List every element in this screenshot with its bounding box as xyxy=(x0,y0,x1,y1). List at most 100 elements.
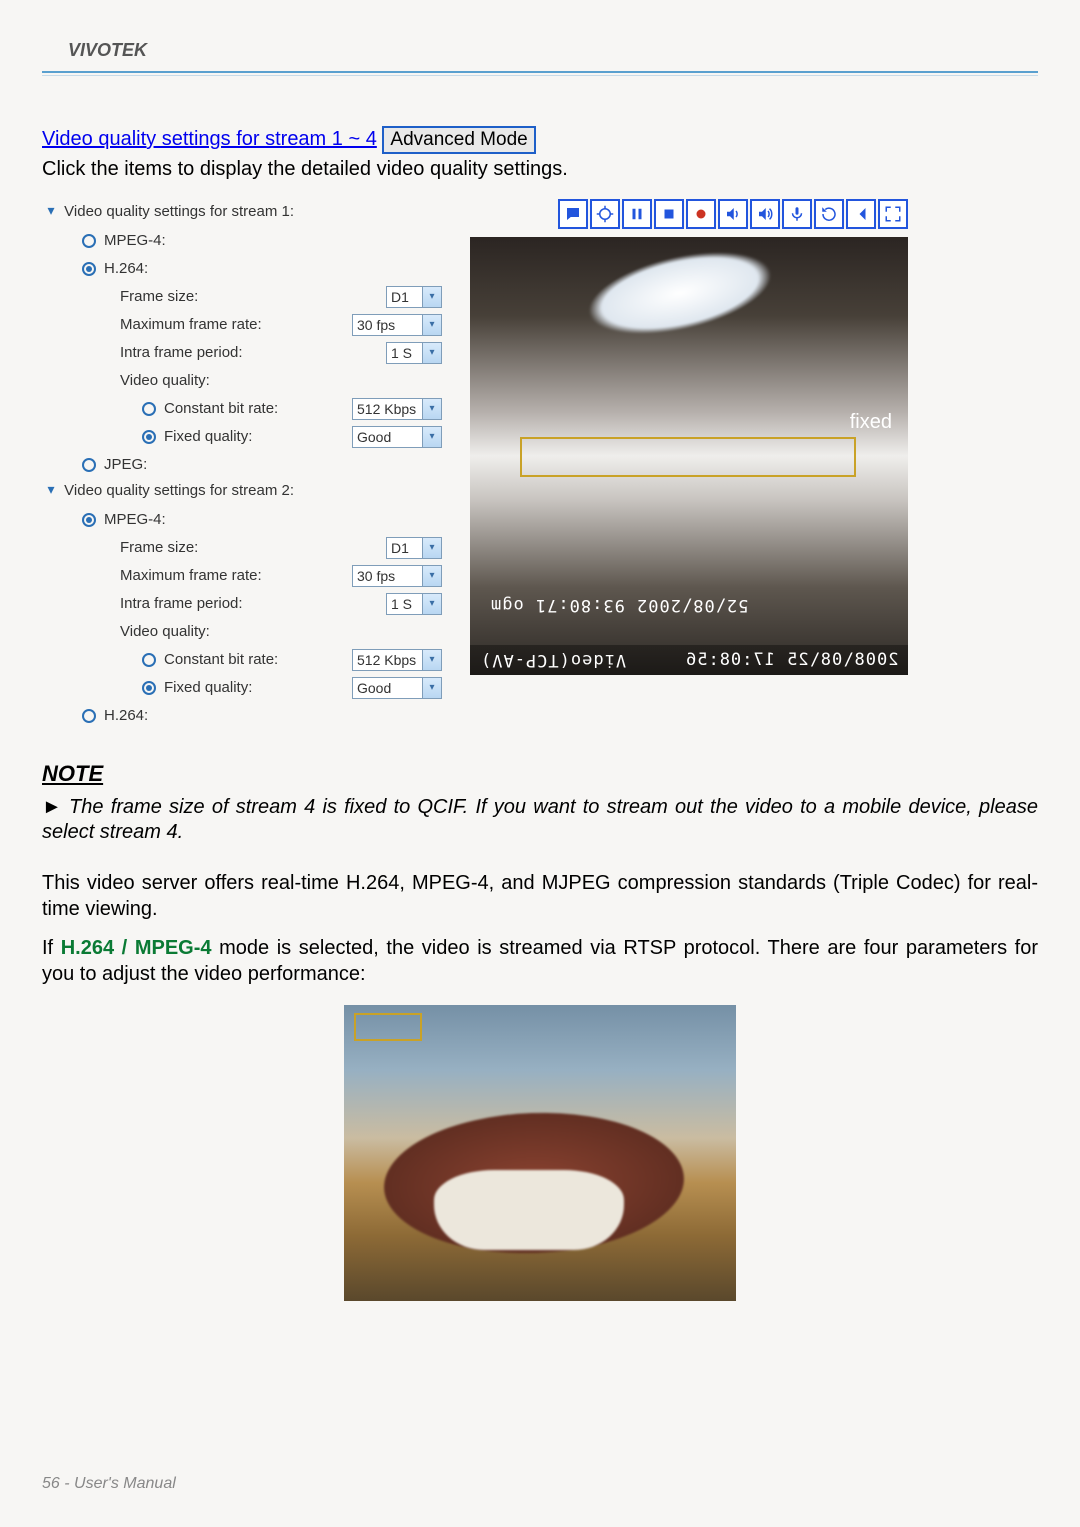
reload-icon[interactable] xyxy=(814,199,844,229)
chevron-down-icon: ▾ xyxy=(422,399,441,419)
advanced-mode-badge: Advanced Mode xyxy=(382,126,535,154)
constant-bitrate-select[interactable]: 512 Kbps ▾ xyxy=(352,649,442,671)
codec-label: H.264: xyxy=(104,258,442,280)
note-bullet: ► The frame size of stream 4 is fixed to… xyxy=(42,795,1038,845)
sample-room-image xyxy=(344,1005,736,1301)
stream2-header-label: Video quality settings for stream 2: xyxy=(64,482,294,499)
section-title: Video quality settings for stream 1 ~ 4 … xyxy=(42,126,1038,154)
param-label: Maximum frame rate: xyxy=(120,565,352,587)
chevron-down-icon: ▾ xyxy=(422,594,441,614)
max-frame-rate-select[interactable]: 30 fps ▾ xyxy=(352,565,442,587)
collapse-icon: ▾ xyxy=(42,481,60,498)
radio-selected-icon xyxy=(142,430,156,444)
stream2-codec-mpeg4[interactable]: MPEG-4: xyxy=(82,509,442,531)
param-label: Intra frame period: xyxy=(120,593,386,615)
radio-icon xyxy=(142,653,156,667)
stream2-intra-period-row: Intra frame period: 1 S ▾ xyxy=(120,593,442,615)
fullscreen-icon[interactable] xyxy=(878,199,908,229)
codec-label: MPEG-4: xyxy=(104,230,442,252)
param-label: Video quality: xyxy=(120,621,442,643)
stream1-header-label: Video quality settings for stream 1: xyxy=(64,203,294,220)
select-value: Good xyxy=(357,677,391,699)
p2-pre: If xyxy=(42,937,61,959)
fixed-quality-select[interactable]: Good ▾ xyxy=(352,677,442,699)
chevron-down-icon: ▾ xyxy=(422,538,441,558)
select-value: 512 Kbps xyxy=(357,398,416,420)
video-toolbar xyxy=(470,199,908,229)
couch-shape xyxy=(434,1170,624,1250)
select-value: 512 Kbps xyxy=(357,649,416,671)
stream2-header[interactable]: ▾ Video quality settings for stream 2: xyxy=(42,482,442,499)
codec-label: JPEG: xyxy=(104,454,442,476)
speaker-icon[interactable] xyxy=(750,199,780,229)
frame-size-select[interactable]: D1 ▾ xyxy=(386,537,442,559)
paragraph-1: This video server offers real-time H.264… xyxy=(42,871,1038,922)
param-label: Fixed quality: xyxy=(164,426,352,448)
stream2-codec-h264[interactable]: H.264: xyxy=(82,705,442,727)
fixed-quality-select[interactable]: Good ▾ xyxy=(352,426,442,448)
record-icon[interactable] xyxy=(686,199,716,229)
stream1-codec-h264[interactable]: H.264: xyxy=(82,258,442,280)
constant-bitrate-select[interactable]: 512 Kbps ▾ xyxy=(352,398,442,420)
max-frame-rate-select[interactable]: 30 fps ▾ xyxy=(352,314,442,336)
chevron-down-icon: ▾ xyxy=(422,566,441,586)
stream1-header[interactable]: ▾ Video quality settings for stream 1: xyxy=(42,203,442,220)
stream1-frame-size-row: Frame size: D1 ▾ xyxy=(120,286,442,308)
radio-icon xyxy=(82,709,96,723)
selection-box[interactable] xyxy=(520,437,856,477)
fixed-label: fixed xyxy=(850,411,892,434)
highlight-box xyxy=(354,1013,422,1041)
select-value: D1 xyxy=(391,537,409,559)
chevron-down-icon: ▾ xyxy=(422,427,441,447)
stream2-video-quality-row: Video quality: xyxy=(120,621,442,643)
radio-icon xyxy=(142,402,156,416)
select-value: 1 S xyxy=(391,593,412,615)
radio-icon xyxy=(82,458,96,472)
stream2-constant-bitrate[interactable]: Constant bit rate: 512 Kbps ▾ xyxy=(142,649,442,671)
radio-selected-icon xyxy=(82,513,96,527)
mic-icon[interactable] xyxy=(782,199,812,229)
stop-icon[interactable] xyxy=(654,199,684,229)
param-label: Frame size: xyxy=(120,537,386,559)
param-label: Video quality: xyxy=(120,370,442,392)
page-footer: 56 - User's Manual xyxy=(42,1475,176,1493)
target-icon[interactable] xyxy=(590,199,620,229)
frame-size-select[interactable]: D1 ▾ xyxy=(386,286,442,308)
playback-icon[interactable] xyxy=(846,199,876,229)
param-label: Constant bit rate: xyxy=(164,649,352,671)
section-instruction: Click the items to display the detailed … xyxy=(42,158,1038,181)
osd-left: Video(TCP-AV) xyxy=(480,650,626,670)
chevron-down-icon: ▾ xyxy=(422,315,441,335)
stream2-fixed-quality[interactable]: Fixed quality: Good ▾ xyxy=(142,677,442,699)
pause-icon[interactable] xyxy=(622,199,652,229)
stream1-fixed-quality[interactable]: Fixed quality: Good ▾ xyxy=(142,426,442,448)
stream1-intra-period-row: Intra frame period: 1 S ▾ xyxy=(120,342,442,364)
radio-icon xyxy=(82,234,96,248)
intra-period-select[interactable]: 1 S ▾ xyxy=(386,342,442,364)
stream1-codec-jpeg[interactable]: JPEG: xyxy=(82,454,442,476)
stream1-codec-mpeg4[interactable]: MPEG-4: xyxy=(82,230,442,252)
video-preview[interactable]: fixed 52/08/2002 93:80:71 ogm Video(TCP-… xyxy=(470,237,908,675)
video-preview-panel: fixed 52/08/2002 93:80:71 ogm Video(TCP-… xyxy=(470,199,908,675)
osd-bar: Video(TCP-AV) 2008\08\25 17:08:56 xyxy=(470,645,908,675)
paragraph-2: If H.264 / MPEG-4 mode is selected, the … xyxy=(42,936,1038,987)
intra-period-select[interactable]: 1 S ▾ xyxy=(386,593,442,615)
sample-image-wrap xyxy=(42,1005,1038,1301)
select-value: 30 fps xyxy=(357,565,395,587)
comment-icon[interactable] xyxy=(558,199,588,229)
param-label: Intra frame period: xyxy=(120,342,386,364)
stream1-constant-bitrate[interactable]: Constant bit rate: 512 Kbps ▾ xyxy=(142,398,442,420)
volume-up-icon[interactable] xyxy=(718,199,748,229)
codec-label: H.264: xyxy=(104,705,442,727)
param-label: Frame size: xyxy=(120,286,386,308)
radio-selected-icon xyxy=(82,262,96,276)
stream2-frame-size-row: Frame size: D1 ▾ xyxy=(120,537,442,559)
chevron-down-icon: ▾ xyxy=(422,678,441,698)
collapse-icon: ▾ xyxy=(42,202,60,219)
stream2-max-frame-rate-row: Maximum frame rate: 30 fps ▾ xyxy=(120,565,442,587)
video-quality-settings-link[interactable]: Video quality settings for stream 1 ~ 4 xyxy=(42,128,377,150)
brand-header: VIVOTEK xyxy=(42,40,1038,61)
codec-label: MPEG-4: xyxy=(104,509,442,531)
note-heading: NOTE xyxy=(42,761,1038,787)
select-value: 1 S xyxy=(391,342,412,364)
